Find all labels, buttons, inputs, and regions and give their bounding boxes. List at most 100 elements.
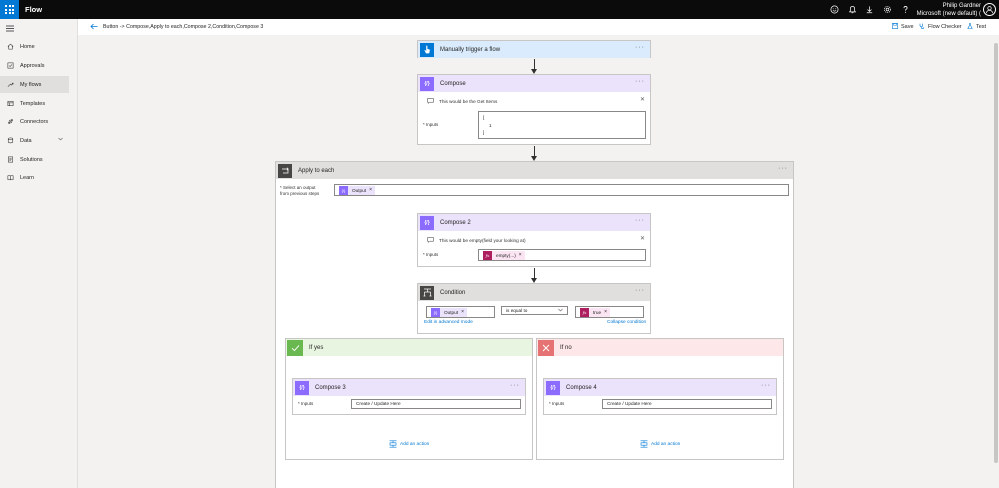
if-yes-branch[interactable]: If yes {/} Compose 3 ··· * Inputs Create…: [285, 338, 533, 460]
nav-item-label: My flows: [20, 81, 42, 88]
if-yes-header[interactable]: If yes: [286, 339, 532, 356]
smiley-feedback-icon[interactable]: [829, 4, 839, 14]
condition-header[interactable]: Condition ···: [418, 284, 650, 301]
more-options-icon[interactable]: ···: [635, 287, 645, 294]
trigger-card[interactable]: Manually trigger a flow ···: [417, 40, 651, 58]
remove-token-icon[interactable]: ×: [604, 309, 607, 315]
nav-item-learn[interactable]: Learn: [0, 169, 69, 186]
compose-4-card[interactable]: {/} Compose 4 ··· * Inputs Create / Upda…: [543, 378, 777, 415]
more-options-icon[interactable]: ···: [635, 44, 645, 51]
chevron-down-icon[interactable]: [58, 137, 63, 143]
output-token[interactable]: {/} Output ×: [339, 185, 375, 195]
condition-card[interactable]: Condition ··· {/} Output × is equal to f…: [417, 283, 651, 334]
test-button[interactable]: Test: [967, 23, 986, 31]
remove-token-icon[interactable]: ×: [461, 309, 464, 315]
compose-token-icon: {/}: [339, 185, 348, 195]
nav-item-solutions[interactable]: Solutions: [0, 151, 69, 168]
flow-checker-label: Flow Checker: [928, 24, 962, 30]
avatar[interactable]: [983, 3, 996, 16]
stethoscope-icon: [919, 23, 925, 31]
user-info[interactable]: Philip Gardner Microsoft (new default) (: [917, 2, 981, 18]
edit-advanced-mode-link[interactable]: Edit in advanced mode: [424, 320, 473, 325]
expression-token[interactable]: fx empty(...) ×: [483, 250, 525, 260]
top-bar: Flow Philip Gardner Microsoft (new defau…: [0, 0, 999, 19]
close-comment-icon[interactable]: ✕: [640, 96, 645, 103]
back-arrow-icon[interactable]: [90, 23, 98, 32]
scrollbar-thumb[interactable]: [994, 43, 998, 463]
remove-token-icon[interactable]: ×: [369, 187, 372, 193]
nav-item-home[interactable]: Home: [0, 38, 69, 55]
download-icon[interactable]: [864, 4, 874, 14]
command-bar: Button -> Compose,Apply to each,Compose …: [78, 19, 999, 35]
trigger-card-header[interactable]: Manually trigger a flow ···: [418, 41, 650, 58]
save-button[interactable]: Save: [892, 23, 914, 31]
collapse-condition-link[interactable]: Collapse condition: [607, 320, 646, 325]
nav-item-data[interactable]: Data: [0, 132, 69, 149]
checkmark-icon: [287, 339, 303, 356]
more-options-icon[interactable]: ···: [510, 382, 520, 389]
add-action-label: Add an action: [400, 441, 430, 447]
compose-icon: {/}: [420, 76, 434, 91]
close-comment-icon[interactable]: ✕: [640, 235, 645, 242]
hamburger-icon[interactable]: [6, 25, 14, 34]
nav-item-connectors[interactable]: Connectors: [0, 113, 69, 130]
add-action-label: Add an action: [651, 441, 681, 447]
nav-item-approvals[interactable]: Approvals: [0, 57, 69, 74]
connectors-icon: [6, 118, 14, 126]
more-options-icon[interactable]: ···: [761, 382, 771, 389]
add-action-button[interactable]: Add an action: [389, 440, 429, 448]
vertical-scrollbar[interactable]: [993, 35, 999, 488]
compose-2-card[interactable]: {/} Compose 2 ··· This would be empty(fi…: [417, 213, 651, 267]
compose-card[interactable]: {/} Compose ··· This would be the Get It…: [417, 74, 651, 145]
person-icon: [986, 6, 993, 14]
add-action-button[interactable]: Add an action: [640, 440, 680, 448]
condition-right-operand[interactable]: fx true ×: [575, 306, 644, 318]
if-no-header[interactable]: If no: [537, 339, 783, 356]
bell-icon[interactable]: [847, 4, 857, 14]
if-no-branch[interactable]: If no {/} Compose 4 ··· * Inputs Create …: [536, 338, 784, 460]
templates-icon: [6, 100, 14, 108]
select-output-field[interactable]: {/} Output ×: [334, 184, 789, 196]
compose-4-inputs-field[interactable]: Create / Update Here: [602, 399, 772, 409]
compose-2-inputs-field[interactable]: fx empty(...) ×: [478, 249, 646, 261]
expression-token[interactable]: fx true ×: [580, 307, 610, 317]
trigger-title: Manually trigger a flow: [440, 46, 501, 53]
fx-icon: fx: [483, 250, 492, 260]
output-token[interactable]: {/} Output ×: [431, 307, 467, 317]
flow-checker-button[interactable]: Flow Checker: [919, 23, 962, 31]
test-label: Test: [976, 24, 987, 30]
approvals-icon: [6, 62, 14, 70]
compose-4-header[interactable]: {/} Compose 4 ···: [544, 379, 776, 396]
compose-4-title: Compose 4: [566, 384, 597, 391]
compose-inputs-field[interactable]: [ 1 ]: [478, 111, 646, 139]
connector-line: [534, 59, 535, 69]
apply-to-each-header[interactable]: Apply to each ···: [276, 162, 793, 179]
nav-item-templates[interactable]: Templates: [0, 95, 69, 112]
more-options-icon[interactable]: ···: [635, 78, 645, 85]
compose-3-header[interactable]: {/} Compose 3 ···: [293, 379, 525, 396]
add-action-icon: [640, 440, 648, 448]
more-options-icon[interactable]: ···: [635, 217, 645, 224]
app-title[interactable]: Flow: [25, 5, 42, 14]
compose-token-icon: {/}: [431, 307, 440, 317]
app-launcher-icon[interactable]: [0, 0, 19, 19]
compose-3-title: Compose 3: [315, 384, 346, 391]
connector-line: [534, 146, 535, 156]
compose-card-header[interactable]: {/} Compose ···: [418, 75, 650, 92]
operator-dropdown[interactable]: is equal to: [501, 306, 568, 315]
compose-3-card[interactable]: {/} Compose 3 ··· * Inputs Create / Upda…: [292, 378, 526, 415]
save-label: Save: [901, 24, 914, 30]
inputs-label: * Inputs: [423, 122, 439, 127]
comment-icon: [427, 98, 434, 104]
compose-title: Compose: [440, 80, 466, 87]
compose-3-inputs-field[interactable]: Create / Update Here: [351, 399, 521, 409]
compose-2-header[interactable]: {/} Compose 2 ···: [418, 214, 650, 231]
add-action-icon: [389, 440, 397, 448]
more-options-icon[interactable]: ···: [778, 165, 788, 172]
condition-left-operand[interactable]: {/} Output ×: [426, 306, 495, 318]
condition-title: Condition: [440, 289, 466, 296]
remove-token-icon[interactable]: ×: [519, 252, 522, 258]
gear-icon[interactable]: [882, 4, 892, 14]
help-icon[interactable]: [900, 4, 910, 14]
nav-item-my-flows[interactable]: My flows: [0, 76, 69, 93]
